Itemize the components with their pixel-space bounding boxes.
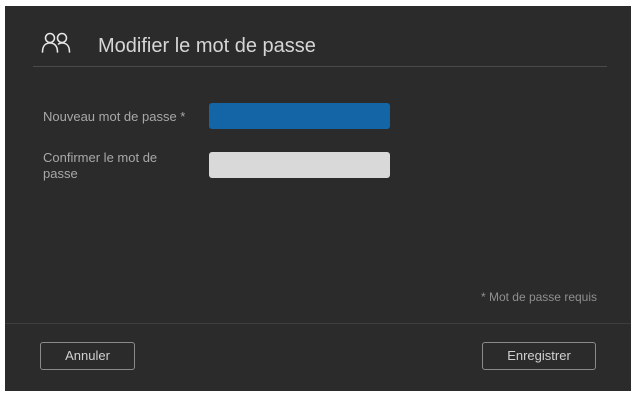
header-divider xyxy=(33,66,607,67)
users-icon xyxy=(41,32,75,54)
change-password-dialog: Modifier le mot de passe Nouveau mot de … xyxy=(5,6,631,391)
required-note: * Mot de passe requis xyxy=(480,290,597,304)
dialog-header: Modifier le mot de passe xyxy=(5,6,631,68)
confirm-password-label: Confirmer le mot de passe xyxy=(43,150,158,181)
new-password-field[interactable] xyxy=(209,103,390,129)
confirm-password-field[interactable] xyxy=(209,152,390,178)
save-button[interactable]: Enregistrer xyxy=(482,342,596,370)
new-password-label: Nouveau mot de passe * xyxy=(43,109,186,124)
cancel-button[interactable]: Annuler xyxy=(40,342,135,370)
footer-divider xyxy=(5,323,631,324)
dialog-title: Modifier le mot de passe xyxy=(98,35,316,57)
